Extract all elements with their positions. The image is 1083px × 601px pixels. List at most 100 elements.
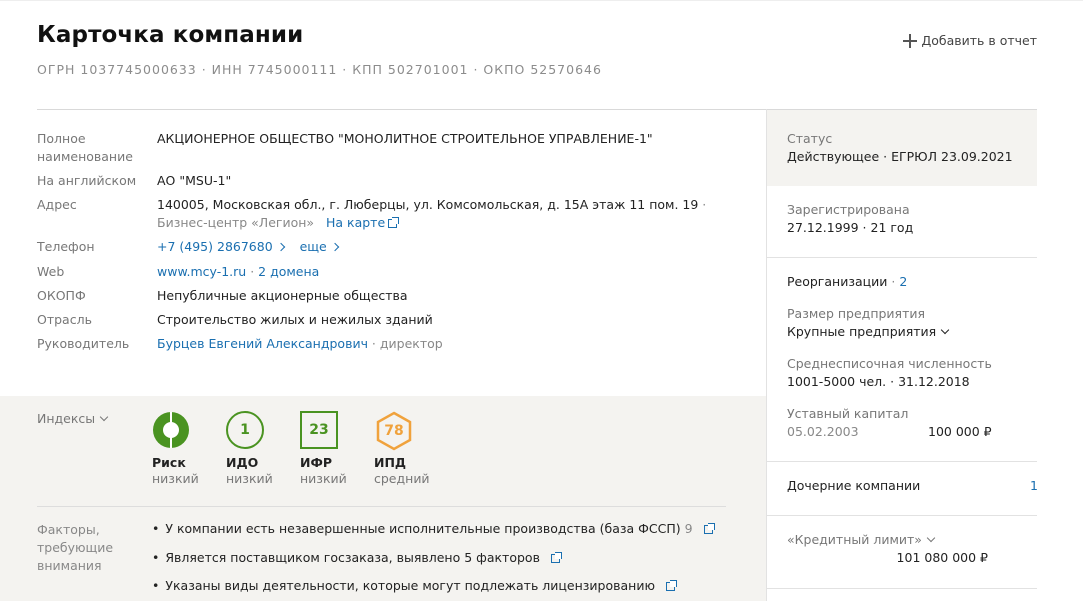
credit-limit-label: «Кредитный лимит» xyxy=(787,532,922,547)
industry-label: Отрасль xyxy=(37,312,92,327)
status-block: Статус Действующее · ЕГРЮЛ 23.09.2021 xyxy=(787,130,1013,166)
ipd-value: 78 xyxy=(384,423,404,439)
size-value: Крупные предприятия xyxy=(787,324,937,339)
add-to-report-button[interactable]: Добавить в отчет xyxy=(903,33,1037,48)
staff-block: Среднесписочная численность 1001-5000 че… xyxy=(787,355,992,391)
head-label: Руководитель xyxy=(37,336,130,351)
full-name-label: Полное наименование xyxy=(37,131,133,164)
index-level: средний xyxy=(374,471,430,486)
head-value: Бурцев Евгений Александрович · директор xyxy=(157,335,727,353)
index-level: низкий xyxy=(226,471,273,486)
staff-value: 1001-5000 чел. · 31.12.2018 xyxy=(787,374,970,389)
right-divider xyxy=(767,257,1037,258)
phone-label: Телефон xyxy=(37,239,95,254)
external-link-icon xyxy=(703,523,715,534)
right-divider xyxy=(767,461,1037,462)
map-link[interactable]: На карте xyxy=(325,215,400,230)
phone-more-link[interactable]: еще xyxy=(299,239,339,254)
index-name: ИДО xyxy=(226,455,259,470)
size-label: Размер предприятия xyxy=(787,306,925,321)
capital-value: 100 000 ₽ xyxy=(928,424,992,439)
phone-value: +7 (495) 2867680 еще xyxy=(157,238,727,256)
subsidiaries-block: Дочерние компании 1 xyxy=(787,477,1038,495)
index-name: Риск xyxy=(152,455,186,470)
chevron-down-icon xyxy=(99,412,109,422)
factor-count: 9 xyxy=(684,521,693,536)
web-value: www.mcy-1.ru · 2 домена xyxy=(157,264,320,279)
index-name: ИПД xyxy=(374,455,407,470)
english-name-label: На английском xyxy=(37,173,137,188)
capital-date: 05.02.2003 xyxy=(787,424,859,439)
address-text: 140005, Московская обл., г. Люберцы, ул.… xyxy=(157,197,699,212)
head-name-link[interactable]: Бурцев Евгений Александрович xyxy=(157,336,368,351)
risk-gauge-icon xyxy=(152,411,190,449)
factor-text: У компании есть незавершенные исполнител… xyxy=(165,521,681,536)
address-value: 140005, Московская обл., г. Люберцы, ул.… xyxy=(157,196,727,232)
ifr-badge: 23 xyxy=(300,411,338,449)
web-label: Web xyxy=(37,264,65,279)
credit-limit-block: «Кредитный лимит» 101 080 000 ₽ xyxy=(787,531,1017,567)
factor-text: Является поставщиком госзаказа, выявлено… xyxy=(165,550,540,565)
okopf-label: ОКОПФ xyxy=(37,288,86,303)
add-to-report-label: Добавить в отчет xyxy=(921,33,1037,48)
size-dropdown[interactable]: Крупные предприятия xyxy=(787,323,950,341)
factor-item[interactable]: Указаны виды деятельности, которые могут… xyxy=(152,578,677,593)
plus-icon xyxy=(903,33,918,48)
status-label: Статус xyxy=(787,131,833,146)
status-value: Действующее · ЕГРЮЛ 23.09.2021 xyxy=(787,149,1013,164)
head-role: · директор xyxy=(367,336,443,351)
indices-toggle[interactable]: Индексы xyxy=(37,411,109,426)
chevron-right-icon xyxy=(276,242,285,252)
address-label: Адрес xyxy=(37,197,77,212)
top-divider xyxy=(0,0,1083,1)
staff-label: Среднесписочная численность xyxy=(787,356,992,371)
section-divider xyxy=(37,506,726,507)
full-name-value: АКЦИОНЕРНОЕ ОБЩЕСТВО "МОНОЛИТНОЕ СТРОИТЕ… xyxy=(157,131,653,146)
ido-badge: 1 xyxy=(226,411,264,449)
registered-label: Зарегистрирована xyxy=(787,202,910,217)
right-divider xyxy=(767,588,1037,589)
factor-text: Указаны виды деятельности, которые могут… xyxy=(165,578,655,593)
index-ido[interactable]: 1 ИДО низкий xyxy=(226,411,296,486)
chevron-down-icon xyxy=(940,325,950,335)
registered-block: Зарегистрирована 27.12.1999 · 21 год xyxy=(787,201,913,237)
chevron-right-icon xyxy=(330,242,339,252)
registered-value: 27.12.1999 · 21 год xyxy=(787,220,914,235)
ipd-hexagon-badge: 78 xyxy=(374,411,412,451)
factors-label: Факторы, требующие внимания xyxy=(37,522,114,573)
index-ifr[interactable]: 23 ИФР низкий xyxy=(300,411,370,486)
phone-more-label: еще xyxy=(299,239,327,254)
map-link-label: На карте xyxy=(325,215,386,230)
capital-block: Уставный капитал 05.02.2003 100 000 ₽ xyxy=(787,405,1017,441)
capital-label: Уставный капитал xyxy=(787,406,909,421)
subsidiaries-count-link[interactable]: 1 xyxy=(1030,477,1038,495)
reorganizations-block: Реорганизации · 2 xyxy=(787,274,908,289)
external-link-icon xyxy=(550,552,562,563)
credit-limit-value: 101 080 000 ₽ xyxy=(896,550,988,565)
domains-link[interactable]: 2 домена xyxy=(258,264,319,279)
index-level: низкий xyxy=(152,471,199,486)
indices-label: Индексы xyxy=(37,411,96,426)
credit-limit-toggle[interactable]: «Кредитный лимит» xyxy=(787,531,1017,549)
industry-value: Строительство жилых и нежилых зданий xyxy=(157,312,433,327)
index-name: ИФР xyxy=(300,455,333,470)
phone-link[interactable]: +7 (495) 2867680 xyxy=(157,239,285,254)
factor-item[interactable]: У компании есть незавершенные исполнител… xyxy=(152,521,715,536)
external-link-icon xyxy=(665,580,677,591)
company-identifiers: ОГРН 1037745000633 · ИНН 7745000111 · КП… xyxy=(37,62,602,77)
subsidiaries-label: Дочерние компании xyxy=(787,478,921,493)
right-divider xyxy=(767,515,1037,516)
reorganizations-label: Реорганизации xyxy=(787,274,888,289)
chevron-down-icon xyxy=(926,533,936,543)
reorganizations-count-link[interactable]: 2 xyxy=(899,274,907,289)
index-ipd[interactable]: 78 ИПД средний xyxy=(374,411,444,486)
external-link-icon xyxy=(388,217,400,228)
index-risk[interactable]: Риск низкий xyxy=(152,411,222,486)
english-name-value: АО "MSU-1" xyxy=(157,173,232,188)
okopf-value: Непубличные акционерные общества xyxy=(157,288,408,303)
page-title: Карточка компании xyxy=(37,22,304,48)
size-block: Размер предприятия Крупные предприятия xyxy=(787,305,950,341)
factor-item[interactable]: Является поставщиком госзаказа, выявлено… xyxy=(152,550,562,565)
index-level: низкий xyxy=(300,471,347,486)
website-link[interactable]: www.mcy-1.ru xyxy=(157,264,246,279)
